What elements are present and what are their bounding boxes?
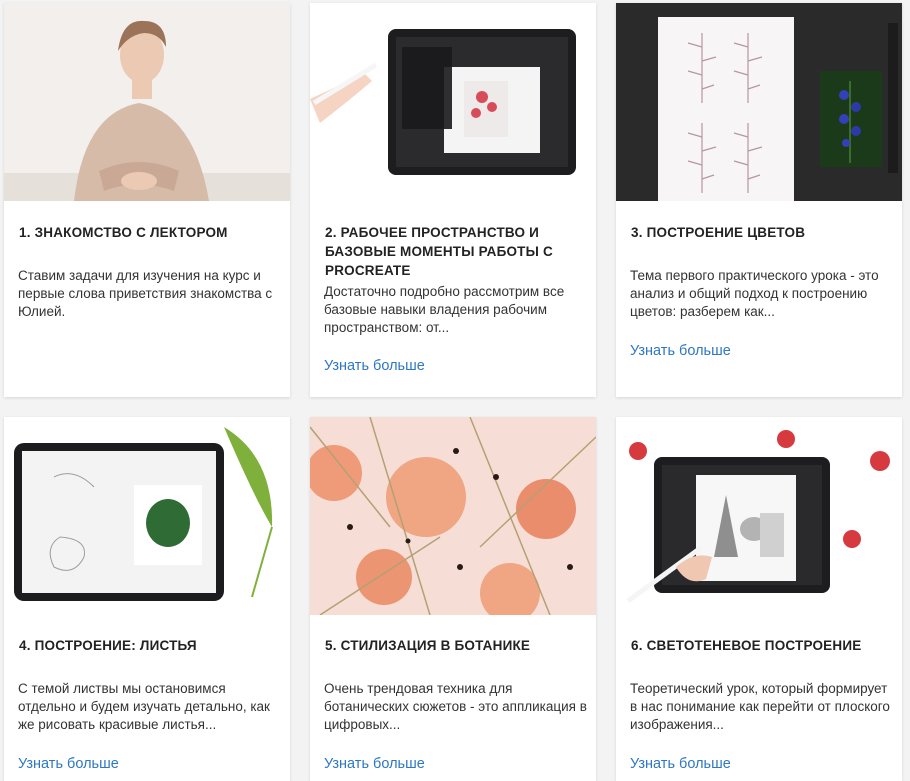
course-card-3[interactable]: 3. Построение цветов Тема первого практи…: [616, 3, 902, 397]
course-card-5[interactable]: 5. Стилизация в ботанике Очень трендовая…: [310, 417, 596, 781]
leaves-tablet-photo: [4, 417, 290, 615]
card-description: Ставим задачи для изучения на курс и пер…: [18, 268, 273, 319]
card-description: Очень трендовая техника для ботанических…: [324, 681, 587, 732]
tablet-workspace-image[interactable]: [310, 3, 596, 201]
course-card-1[interactable]: 1. Знакомство с лектором Ставим задачи д…: [4, 3, 290, 397]
card-title[interactable]: 5. Стилизация в ботанике: [325, 636, 587, 655]
flower-sketches-photo: [616, 3, 902, 201]
learn-more-link[interactable]: Узнать больше: [324, 756, 425, 772]
botanical-pattern-illustration: [310, 417, 596, 615]
flower-sketches-image[interactable]: [616, 3, 902, 201]
card-description: Достаточно подробно рассмотрим все базов…: [324, 284, 565, 335]
lecturer-image[interactable]: [4, 3, 290, 201]
card-title[interactable]: 1. Знакомство с лектором: [19, 223, 281, 242]
leaves-image[interactable]: [4, 417, 290, 615]
course-card-4[interactable]: 4. Построение: листья С темой листвы мы …: [4, 417, 290, 781]
card-title[interactable]: 4. Построение: листья: [19, 636, 281, 655]
learn-more-link[interactable]: Узнать больше: [630, 343, 731, 359]
learn-more-link[interactable]: Узнать больше: [18, 756, 119, 772]
card-description: С темой листвы мы остановимся отдельно и…: [18, 681, 270, 732]
learn-more-link[interactable]: Узнать больше: [324, 358, 425, 374]
shading-tablet-photo: [616, 417, 902, 615]
lecturer-photo: [4, 3, 290, 201]
card-description: Тема первого практического урока - это а…: [630, 268, 879, 319]
card-description: Теоретический урок, который формирует в …: [630, 681, 890, 732]
botanical-image[interactable]: [310, 417, 596, 615]
card-title[interactable]: 2. Рабочее пространство и базовые момент…: [325, 223, 587, 280]
tablet-workspace-photo: [310, 3, 596, 201]
course-card-2[interactable]: 2. Рабочее пространство и базовые момент…: [310, 3, 596, 397]
course-card-6[interactable]: 6. Светотеневое построение Теоретический…: [616, 417, 902, 781]
learn-more-link[interactable]: Узнать больше: [630, 756, 731, 772]
card-title[interactable]: 3. Построение цветов: [631, 223, 893, 242]
shading-image[interactable]: [616, 417, 902, 615]
card-title[interactable]: 6. Светотеневое построение: [631, 636, 893, 655]
